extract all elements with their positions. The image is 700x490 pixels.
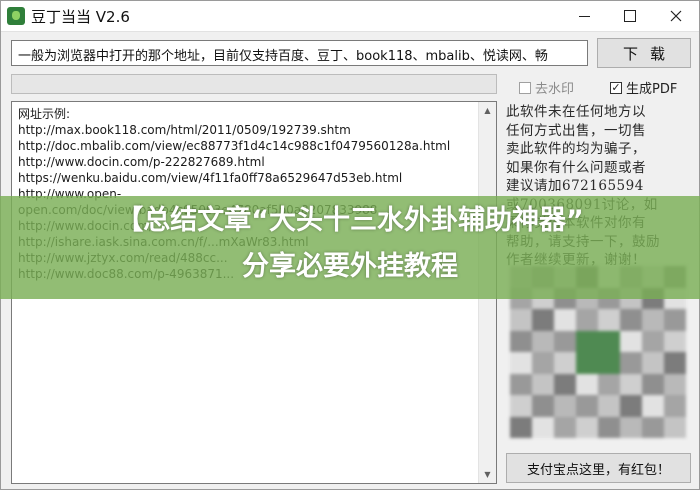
qr-cell — [598, 309, 620, 331]
qr-cell — [576, 395, 598, 417]
qr-cell — [642, 309, 664, 331]
qr-cell — [510, 352, 532, 374]
qr-cell — [510, 330, 532, 352]
qr-cell — [510, 395, 532, 417]
alipay-button[interactable]: 支付宝点这里，有红包！ — [506, 453, 691, 483]
download-button[interactable]: 下载 — [597, 38, 691, 68]
qr-cell — [642, 330, 664, 352]
minimize-button[interactable] — [561, 1, 607, 31]
qr-cell — [664, 309, 686, 331]
notice-line: 卖此软件的均为骗子， — [506, 141, 646, 157]
scroll-down-arrow-icon[interactable]: ▼ — [479, 466, 496, 483]
qr-cell — [510, 309, 532, 331]
qr-cell — [664, 416, 686, 438]
banner-title-line-2: 分享必要外挂教程 — [242, 251, 458, 282]
qr-cell — [598, 330, 620, 352]
qr-cell — [620, 330, 642, 352]
qr-cell — [598, 352, 620, 374]
qr-cell — [532, 373, 554, 395]
notice-line: 此软件未在任何地方以 — [506, 104, 646, 120]
qr-cell — [576, 330, 598, 352]
qr-cell — [532, 416, 554, 438]
generate-pdf-checkbox[interactable]: ✓ 生成PDF — [610, 78, 677, 97]
qr-cell — [642, 416, 664, 438]
qr-cell — [554, 309, 576, 331]
qr-cell — [532, 352, 554, 374]
textarea-line: https://wenku.baidu.com/view/4f11fa0ff78… — [18, 171, 403, 185]
qr-cell — [664, 373, 686, 395]
qr-cell — [620, 352, 642, 374]
qr-cell — [620, 416, 642, 438]
qr-cell — [554, 373, 576, 395]
qr-cell — [598, 395, 620, 417]
checkbox-box[interactable]: ✓ — [610, 81, 622, 94]
notice-line: 建议请加672165594 — [506, 178, 644, 194]
window-title: 豆丁当当 V2.6 — [31, 8, 130, 26]
overlay-banner: 【总结文章“大头十三水外卦辅助神器” 分享必要外挂教程 — [0, 196, 700, 299]
qr-cell — [598, 373, 620, 395]
remove-watermark-label: 去水印 — [535, 82, 575, 97]
textarea-line: 网址示例: — [18, 107, 71, 121]
qr-cell — [554, 395, 576, 417]
generate-pdf-label: 生成PDF — [626, 82, 678, 97]
minimize-icon — [578, 15, 590, 17]
download-progress-bar — [11, 74, 497, 94]
qr-cell — [576, 416, 598, 438]
maximize-button[interactable] — [607, 1, 653, 31]
qr-cell — [576, 352, 598, 374]
banner-title-line-1: 【总结文章“大头十三水外卦辅助神器” — [116, 205, 584, 236]
qr-cell — [642, 395, 664, 417]
qr-cell — [576, 309, 598, 331]
url-input[interactable]: 一般为浏览器中打开的那个地址，目前仅支持百度、豆丁、book118、mbalib… — [11, 40, 588, 66]
qr-cell — [554, 352, 576, 374]
textarea-line: http://www.docin.com/p-222827689.html — [18, 155, 265, 169]
checkbox-box[interactable] — [519, 81, 531, 94]
qr-cell — [532, 330, 554, 352]
title-bar[interactable]: 豆丁当当 V2.6 — [1, 1, 699, 32]
qr-cell — [642, 352, 664, 374]
qr-cell — [620, 395, 642, 417]
scroll-up-arrow-icon[interactable]: ▲ — [479, 102, 496, 119]
qr-cell — [510, 373, 532, 395]
close-button[interactable] — [653, 1, 699, 31]
qr-cell — [554, 416, 576, 438]
maximize-icon — [624, 10, 636, 22]
qr-cell — [664, 352, 686, 374]
qr-cell — [510, 416, 532, 438]
qr-cell — [642, 373, 664, 395]
qr-cell — [532, 395, 554, 417]
qr-cell — [598, 416, 620, 438]
textarea-line: http://max.book118.com/html/2011/0509/19… — [18, 123, 351, 137]
qr-cell — [554, 330, 576, 352]
notice-line: 如果你有什么问题或者 — [506, 159, 646, 176]
qr-cell — [576, 373, 598, 395]
notice-line: 任何方式出售，一切售 — [506, 122, 646, 139]
qr-cell — [532, 309, 554, 331]
textarea-line: http://doc.mbalib.com/view/ec88773f1d4c1… — [18, 139, 451, 153]
app-logo-icon — [7, 7, 25, 25]
qr-cell — [620, 373, 642, 395]
qr-cell — [664, 330, 686, 352]
qr-cell — [620, 309, 642, 331]
close-icon — [670, 10, 682, 22]
remove-watermark-checkbox[interactable]: 去水印 — [519, 78, 574, 97]
qr-cell — [664, 395, 686, 417]
